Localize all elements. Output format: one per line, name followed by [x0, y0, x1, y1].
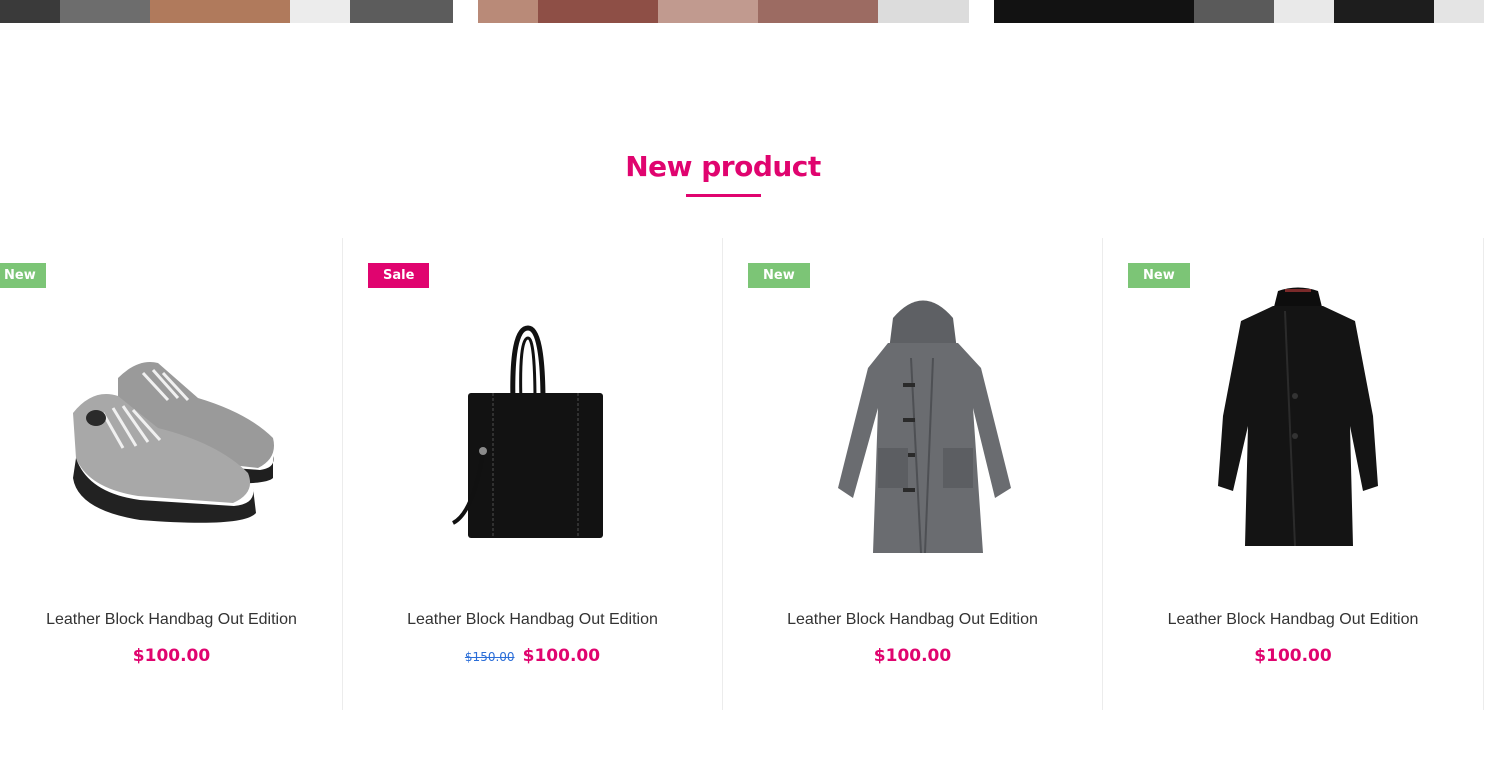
- product-name[interactable]: Leather Block Handbag Out Edition: [0, 611, 343, 629]
- product-image-black-overcoat[interactable]: [1213, 286, 1383, 551]
- product-image-sneakers[interactable]: [48, 318, 298, 558]
- price-row: $100.00: [1103, 646, 1483, 666]
- new-badge: New: [748, 263, 810, 288]
- title-underline: [686, 194, 761, 197]
- new-badge: New: [1128, 263, 1190, 288]
- product-card[interactable]: New Leather Block Handbag Out Edition $1…: [1103, 238, 1484, 710]
- product-price: $100.00: [132, 646, 211, 666]
- product-card[interactable]: Sale Leather Block Handbag Out Edition $…: [343, 238, 723, 710]
- price-row: $100.00: [723, 646, 1102, 666]
- old-price: $150.00: [464, 650, 515, 664]
- new-badge: New: [0, 263, 46, 288]
- product-image-black-tote-bag[interactable]: [443, 323, 613, 543]
- price-row: $150.00 $100.00: [343, 646, 722, 666]
- price-row: $100.00: [0, 646, 343, 666]
- product-card[interactable]: New Leather Block Handbag Out Edition $1…: [0, 238, 343, 710]
- sale-badge: Sale: [368, 263, 430, 288]
- product-name[interactable]: Leather Block Handbag Out Edition: [723, 611, 1102, 629]
- product-name[interactable]: Leather Block Handbag Out Edition: [343, 611, 722, 629]
- banner-image-fashion[interactable]: [994, 0, 1484, 23]
- product-price: $100.00: [522, 646, 601, 666]
- product-price: $100.00: [873, 646, 952, 666]
- banner-image-bags[interactable]: [478, 0, 969, 23]
- section-title: New product: [625, 150, 821, 183]
- product-price: $100.00: [1254, 646, 1332, 666]
- banner-image-men[interactable]: [0, 0, 453, 23]
- product-name[interactable]: Leather Block Handbag Out Edition: [1103, 611, 1483, 629]
- product-grid: New Leather Block Handbag Out Edition $1…: [0, 238, 1484, 710]
- product-image-grey-duffle-coat[interactable]: [833, 288, 1013, 558]
- product-card[interactable]: New Leather Block Handbag Out Edition $1…: [723, 238, 1103, 710]
